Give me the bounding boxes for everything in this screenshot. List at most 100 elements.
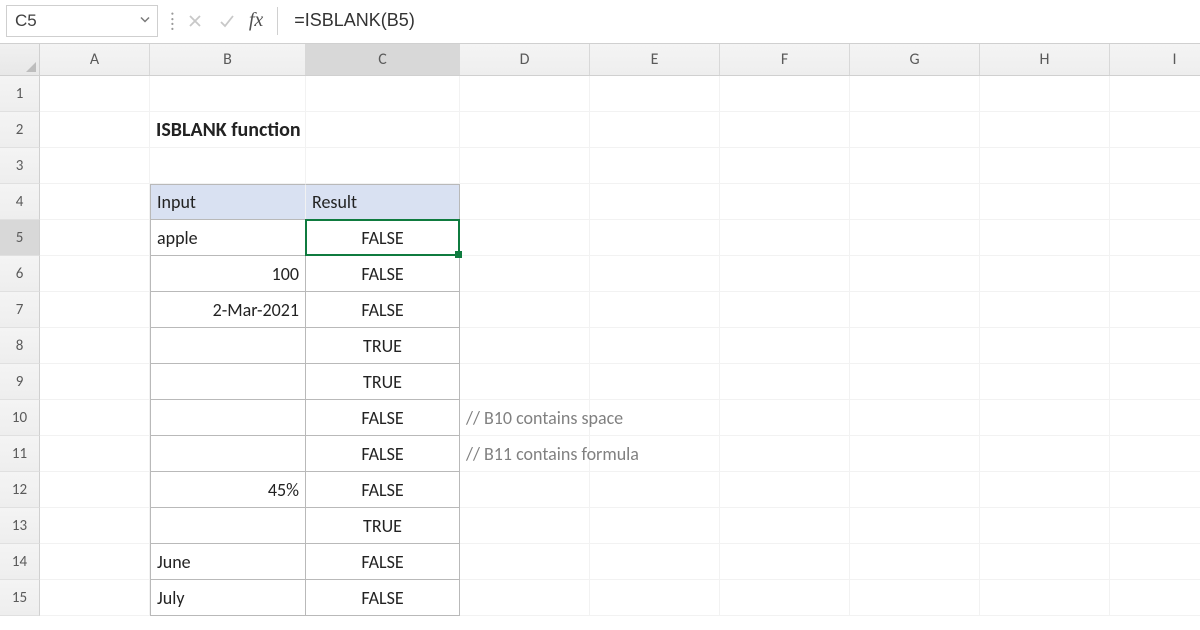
cell-I10[interactable] [1110, 400, 1200, 436]
cell-G11[interactable] [850, 436, 980, 472]
cell-I4[interactable] [1110, 184, 1200, 220]
cell-I13[interactable] [1110, 508, 1200, 544]
cell-A5[interactable] [40, 220, 150, 256]
cell-C15[interactable]: FALSE [306, 580, 460, 616]
cell-F2[interactable] [720, 112, 850, 148]
col-header-C[interactable]: C [306, 44, 460, 75]
cell-G5[interactable] [850, 220, 980, 256]
cell-G6[interactable] [850, 256, 980, 292]
insert-function-icon[interactable]: fx [245, 9, 267, 32]
row-header-12[interactable]: 12 [0, 472, 40, 508]
cell-H13[interactable] [980, 508, 1110, 544]
cell-C13[interactable]: TRUE [306, 508, 460, 544]
cell-I7[interactable] [1110, 292, 1200, 328]
col-header-D[interactable]: D [460, 44, 590, 75]
col-header-F[interactable]: F [720, 44, 850, 75]
cell-A10[interactable] [40, 400, 150, 436]
col-header-G[interactable]: G [850, 44, 980, 75]
cell-B6[interactable]: 100 [150, 256, 306, 292]
cell-G2[interactable] [850, 112, 980, 148]
cell-F14[interactable] [720, 544, 850, 580]
cell-B12[interactable]: 45% [150, 472, 306, 508]
row-header-6[interactable]: 6 [0, 256, 40, 292]
cell-A2[interactable] [40, 112, 150, 148]
cell-A9[interactable] [40, 364, 150, 400]
cell-H11[interactable] [980, 436, 1110, 472]
cell-D9[interactable] [460, 364, 590, 400]
select-all-corner[interactable] [0, 44, 40, 75]
cell-A7[interactable] [40, 292, 150, 328]
cell-C8[interactable]: TRUE [306, 328, 460, 364]
cell-C7[interactable]: FALSE [306, 292, 460, 328]
cell-E3[interactable] [590, 148, 720, 184]
enter-icon[interactable] [213, 7, 241, 35]
cell-F13[interactable] [720, 508, 850, 544]
cell-A6[interactable] [40, 256, 150, 292]
cell-E2[interactable] [590, 112, 720, 148]
cell-E4[interactable] [590, 184, 720, 220]
cell-D12[interactable] [460, 472, 590, 508]
cell-E14[interactable] [590, 544, 720, 580]
cell-E8[interactable] [590, 328, 720, 364]
row-header-2[interactable]: 2 [0, 112, 40, 148]
cell-I12[interactable] [1110, 472, 1200, 508]
cell-A11[interactable] [40, 436, 150, 472]
row-header-1[interactable]: 1 [0, 76, 40, 112]
cell-C5[interactable]: FALSE [306, 220, 460, 256]
cell-C3[interactable] [306, 148, 460, 184]
col-header-A[interactable]: A [40, 44, 150, 75]
cell-E9[interactable] [590, 364, 720, 400]
cell-A4[interactable] [40, 184, 150, 220]
row-header-4[interactable]: 4 [0, 184, 40, 220]
cell-E12[interactable] [590, 472, 720, 508]
row-header-11[interactable]: 11 [0, 436, 40, 472]
cell-A15[interactable] [40, 580, 150, 616]
cell-H14[interactable] [980, 544, 1110, 580]
cell-F12[interactable] [720, 472, 850, 508]
cell-H6[interactable] [980, 256, 1110, 292]
row-header-7[interactable]: 7 [0, 292, 40, 328]
cell-C11[interactable]: FALSE [306, 436, 460, 472]
cell-A14[interactable] [40, 544, 150, 580]
cell-E7[interactable] [590, 292, 720, 328]
cell-C1[interactable] [306, 76, 460, 112]
cell-F9[interactable] [720, 364, 850, 400]
cell-I11[interactable] [1110, 436, 1200, 472]
cell-G13[interactable] [850, 508, 980, 544]
cell-I3[interactable] [1110, 148, 1200, 184]
table-header-input[interactable]: Input [150, 184, 306, 220]
cell-E13[interactable] [590, 508, 720, 544]
cell-D2[interactable] [460, 112, 590, 148]
cell-F7[interactable] [720, 292, 850, 328]
row-header-10[interactable]: 10 [0, 400, 40, 436]
name-box[interactable] [6, 5, 158, 37]
cell-F1[interactable] [720, 76, 850, 112]
cell-A8[interactable] [40, 328, 150, 364]
cell-H4[interactable] [980, 184, 1110, 220]
cell-B10[interactable] [150, 400, 306, 436]
cell-reference-input[interactable] [7, 7, 157, 35]
cell-C9[interactable]: TRUE [306, 364, 460, 400]
cell-B14[interactable]: June [150, 544, 306, 580]
cell-I8[interactable] [1110, 328, 1200, 364]
cell-F6[interactable] [720, 256, 850, 292]
cell-F3[interactable] [720, 148, 850, 184]
cell-I1[interactable] [1110, 76, 1200, 112]
col-header-E[interactable]: E [590, 44, 720, 75]
cell-D3[interactable] [460, 148, 590, 184]
cell-E1[interactable] [590, 76, 720, 112]
cell-D13[interactable] [460, 508, 590, 544]
cell-H8[interactable] [980, 328, 1110, 364]
cell-A12[interactable] [40, 472, 150, 508]
cell-E15[interactable] [590, 580, 720, 616]
cell-D8[interactable] [460, 328, 590, 364]
cell-B13[interactable] [150, 508, 306, 544]
cell-F8[interactable] [720, 328, 850, 364]
cell-H10[interactable] [980, 400, 1110, 436]
cell-A3[interactable] [40, 148, 150, 184]
cell-I14[interactable] [1110, 544, 1200, 580]
cell-G3[interactable] [850, 148, 980, 184]
cell-C2[interactable] [306, 112, 460, 148]
cell-G14[interactable] [850, 544, 980, 580]
cell-G7[interactable] [850, 292, 980, 328]
